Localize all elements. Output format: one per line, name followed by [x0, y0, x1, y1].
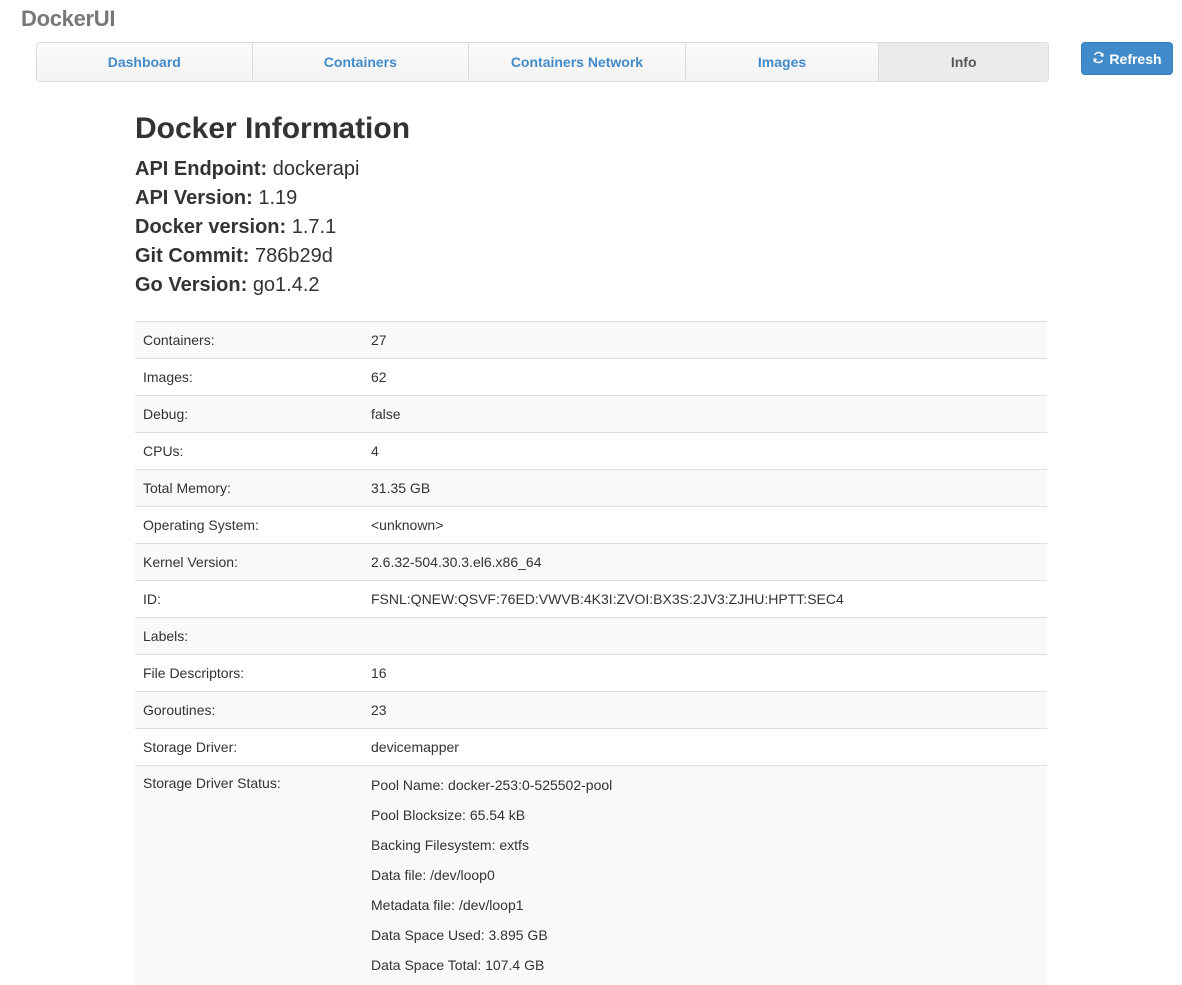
refresh-label: Refresh [1109, 51, 1161, 67]
row-key: Goroutines: [135, 692, 363, 729]
row-value: FSNL:QNEW:QSVF:76ED:VWVB:4K3I:ZVOI:BX3S:… [363, 581, 1047, 618]
row-value: 23 [363, 692, 1047, 729]
table-row: Total Memory: 31.35 GB [135, 470, 1047, 507]
nav-containers-network[interactable]: Containers Network [469, 43, 686, 81]
summary-value: 1.7.1 [292, 216, 336, 238]
table-row: Operating System: <unknown> [135, 507, 1047, 544]
nav-containers[interactable]: Containers [253, 43, 470, 81]
row-key: ID: [135, 581, 363, 618]
info-table: Containers: 27 Images: 62 Debug: false C… [135, 321, 1047, 985]
row-value: 4 [363, 433, 1047, 470]
summary-api-version: API Version: 1.19 [135, 184, 1047, 213]
storage-status-line: Backing Filesystem: extfs [371, 835, 1039, 855]
storage-status-list: Pool Name: docker-253:0-525502-pool Pool… [363, 766, 1047, 985]
table-row: CPUs: 4 [135, 433, 1047, 470]
storage-status-line: Pool Blocksize: 65.54 kB [371, 805, 1039, 825]
table-row: ID: FSNL:QNEW:QSVF:76ED:VWVB:4K3I:ZVOI:B… [135, 581, 1047, 618]
summary-key: Docker version: [135, 216, 286, 238]
table-row: Kernel Version: 2.6.32-504.30.3.el6.x86_… [135, 544, 1047, 581]
summary-api-endpoint: API Endpoint: dockerapi [135, 155, 1047, 184]
summary-key: API Endpoint: [135, 158, 267, 180]
table-row: Containers: 27 [135, 322, 1047, 359]
row-key: File Descriptors: [135, 655, 363, 692]
row-key: Containers: [135, 322, 363, 359]
summary-value: 786b29d [255, 245, 333, 267]
row-value: devicemapper [363, 729, 1047, 766]
summary-docker-version: Docker version: 1.7.1 [135, 213, 1047, 242]
table-row: Labels: [135, 618, 1047, 655]
row-key: Total Memory: [135, 470, 363, 507]
table-row: Debug: false [135, 396, 1047, 433]
storage-status-line: Metadata file: /dev/loop1 [371, 895, 1039, 915]
brand-logo[interactable]: DockerUI [21, 6, 115, 32]
row-key: Images: [135, 359, 363, 396]
table-row: File Descriptors: 16 [135, 655, 1047, 692]
table-row: Images: 62 [135, 359, 1047, 396]
row-key: Kernel Version: [135, 544, 363, 581]
row-value: 62 [363, 359, 1047, 396]
summary-key: Git Commit: [135, 245, 249, 267]
storage-status-line: Data Space Total: 107.4 GB [371, 955, 1039, 975]
summary-value: go1.4.2 [253, 274, 320, 296]
row-value: 27 [363, 322, 1047, 359]
row-value: false [363, 396, 1047, 433]
row-value [363, 618, 1047, 655]
row-key: Operating System: [135, 507, 363, 544]
row-value: 2.6.32-504.30.3.el6.x86_64 [363, 544, 1047, 581]
row-value: 31.35 GB [363, 470, 1047, 507]
row-key: Labels: [135, 618, 363, 655]
row-key: Storage Driver Status: [135, 766, 363, 985]
summary-key: Go Version: [135, 274, 247, 296]
row-value: 16 [363, 655, 1047, 692]
storage-status-line: Pool Name: docker-253:0-525502-pool [371, 775, 1039, 795]
main-nav: Dashboard Containers Containers Network … [36, 42, 1049, 82]
summary-value: dockerapi [273, 158, 360, 180]
summary-go-version: Go Version: go1.4.2 [135, 271, 1047, 300]
summary-list: API Endpoint: dockerapi API Version: 1.1… [135, 155, 1047, 300]
summary-git-commit: Git Commit: 786b29d [135, 242, 1047, 271]
storage-status-line: Data file: /dev/loop0 [371, 865, 1039, 885]
page-title: Docker Information [135, 110, 1047, 148]
row-key: CPUs: [135, 433, 363, 470]
row-key: Storage Driver: [135, 729, 363, 766]
table-row: Goroutines: 23 [135, 692, 1047, 729]
refresh-button[interactable]: Refresh [1081, 42, 1173, 75]
info-panel: Docker Information API Endpoint: dockera… [135, 110, 1047, 985]
table-row: Storage Driver Status: Pool Name: docker… [135, 766, 1047, 985]
summary-value: 1.19 [258, 187, 297, 209]
nav-dashboard[interactable]: Dashboard [37, 43, 253, 81]
table-row: Storage Driver: devicemapper [135, 729, 1047, 766]
storage-status-line: Data Space Used: 3.895 GB [371, 925, 1039, 945]
refresh-icon [1092, 51, 1109, 67]
row-key: Debug: [135, 396, 363, 433]
row-value: <unknown> [363, 507, 1047, 544]
nav-images[interactable]: Images [686, 43, 880, 81]
nav-info[interactable]: Info [879, 43, 1048, 81]
summary-key: API Version: [135, 187, 253, 209]
